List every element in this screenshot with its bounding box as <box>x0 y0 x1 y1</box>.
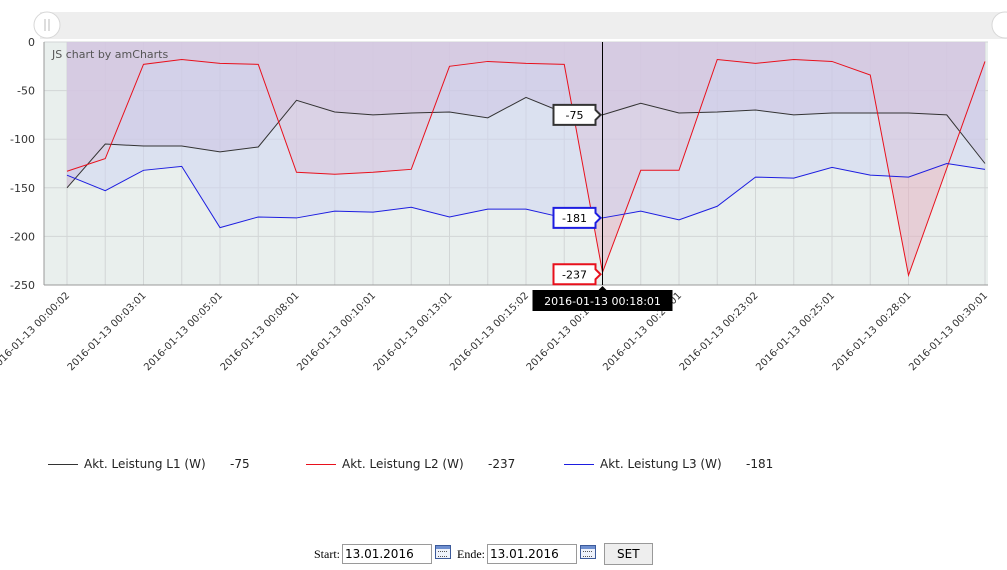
start-date-input[interactable] <box>342 544 432 564</box>
y-tick-label: -150 <box>10 182 35 195</box>
x-tick-label: 2016-01-13 00:28:01 <box>831 290 914 373</box>
x-tick-label: 2016-01-13 00:15:02 <box>448 290 531 373</box>
x-tick-label: 2016-01-13 00:00:02 <box>0 290 72 373</box>
legend-marker-l3 <box>564 463 594 465</box>
y-tick-label: 0 <box>28 36 35 49</box>
legend-item-l1[interactable]: Akt. Leistung L1 (W) -75 <box>48 452 250 476</box>
x-tick-label: 2016-01-13 00:05:01 <box>142 290 225 373</box>
cursor-balloon-value: -237 <box>562 268 587 281</box>
y-tick-label: -250 <box>10 279 35 292</box>
cursor-balloon-value: -181 <box>562 212 587 225</box>
legend-value-l3: -181 <box>746 457 774 471</box>
x-tick-label: 2016-01-13 00:23:02 <box>678 290 761 373</box>
legend-item-l3[interactable]: Akt. Leistung L3 (W) -181 <box>564 452 773 476</box>
legend-value-l2: -237 <box>488 457 516 471</box>
x-tick-label: 2016-01-13 00:13:01 <box>372 290 455 373</box>
x-tick-label: 2016-01-13 00:08:01 <box>219 290 302 373</box>
y-tick-label: -200 <box>10 230 35 243</box>
legend-label-l3: Akt. Leistung L3 (W) <box>600 457 722 471</box>
x-tick-label: 2016-01-13 00:30:01 <box>907 290 990 373</box>
start-label: Start: <box>314 546 340 561</box>
chart: 0-50-100-150-200-2502016-01-13 00:00:022… <box>0 11 1007 373</box>
x-tick-label: 2016-01-13 00:10:01 <box>295 290 378 373</box>
cursor-balloon-value: -75 <box>566 109 584 122</box>
legend: Akt. Leistung L1 (W) -75 Akt. Leistung L… <box>0 452 1007 476</box>
cursor-date-label: 2016-01-13 00:18:01 <box>544 295 661 308</box>
chart-credit: JS chart by amCharts <box>51 48 168 61</box>
end-label: Ende: <box>457 546 485 561</box>
end-calendar-icon[interactable] <box>580 545 596 559</box>
y-tick-label: -100 <box>10 133 35 146</box>
x-tick-label: 2016-01-13 00:03:01 <box>66 290 149 373</box>
y-tick-label: -50 <box>17 85 35 98</box>
end-date-input[interactable] <box>487 544 577 564</box>
legend-label-l1: Akt. Leistung L1 (W) <box>84 457 206 471</box>
set-button[interactable]: SET <box>604 543 653 565</box>
scrollbar-grip-left <box>33 11 61 39</box>
scrollbar-track <box>40 12 1007 39</box>
legend-marker-l2 <box>306 463 336 465</box>
legend-value-l1: -75 <box>230 457 250 471</box>
legend-item-l2[interactable]: Akt. Leistung L2 (W) -237 <box>306 452 515 476</box>
x-tick-label: 2016-01-13 00:25:01 <box>754 290 837 373</box>
legend-marker-l1 <box>48 463 78 465</box>
legend-label-l2: Akt. Leistung L2 (W) <box>342 457 464 471</box>
start-calendar-icon[interactable] <box>435 545 451 559</box>
date-controls: Start: Ende: SET <box>314 543 653 565</box>
